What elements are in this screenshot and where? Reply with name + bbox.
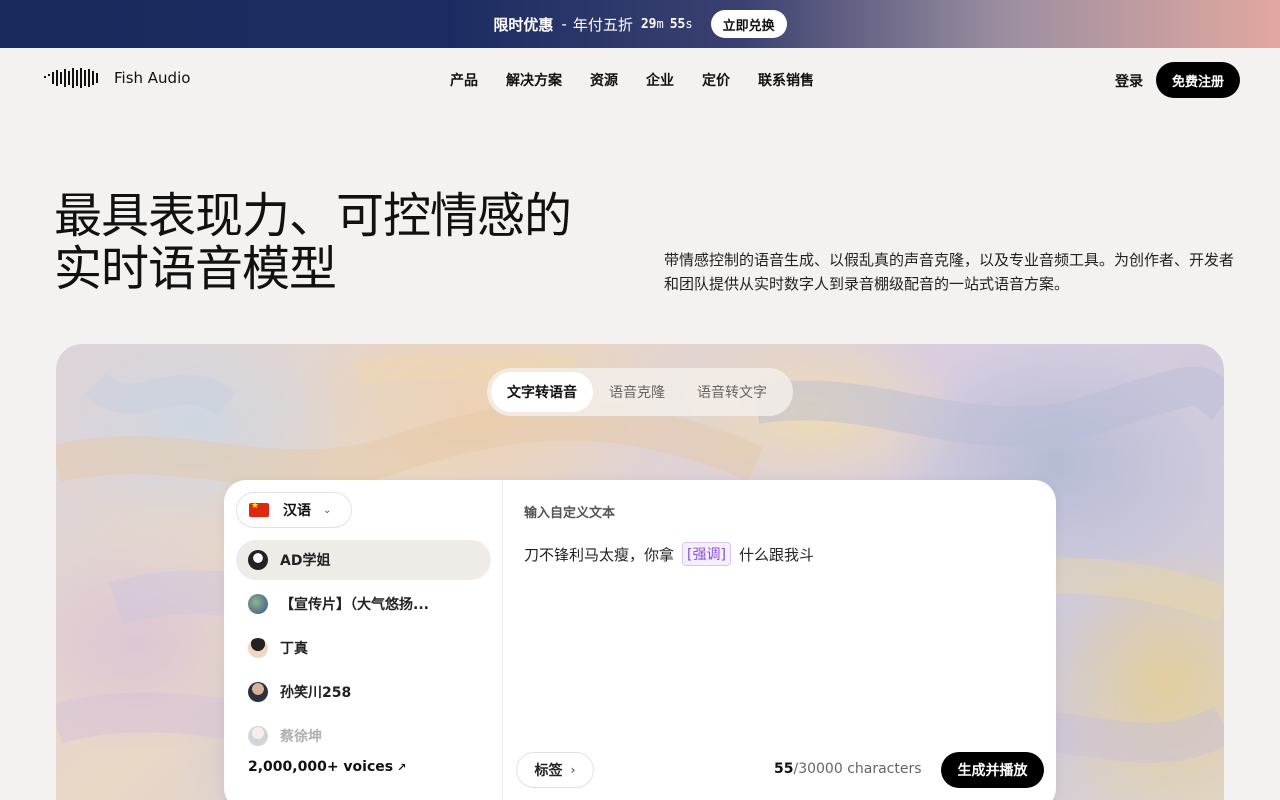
tts-showcase: 文字转语音 语音克隆 语音转文字 汉语 ⌄ AD学姐 【宣传片】（大气悠扬... (56, 344, 1224, 800)
voice-item[interactable]: 蔡徐坤 (236, 716, 491, 756)
menu-item-resources[interactable]: 资源 (590, 70, 618, 90)
text-segment: 刀不锋利马太瘦，你拿 (524, 545, 675, 564)
chevron-right-icon: › (570, 763, 576, 777)
promo-banner: 限时优惠 - 年付五折 29m 55s 立即兑换 (0, 0, 1280, 48)
logo[interactable]: Fish Audio (44, 67, 190, 89)
voice-item[interactable]: 孙笑川258 (236, 672, 491, 712)
voice-name: 孙笑川258 (280, 685, 352, 701)
voice-name: AD学姐 (280, 553, 331, 569)
text-panel: 输入自定义文本 刀不锋利马太瘦，你拿 [强调] 什么跟我斗 标签 › 55/30… (504, 480, 1056, 800)
avatar (248, 550, 268, 570)
tags-button-label: 标签 (534, 763, 563, 779)
promo-countdown: 29m 55s (641, 17, 699, 32)
tab-text-to-speech[interactable]: 文字转语音 (491, 372, 593, 412)
text-segment: 什么跟我斗 (738, 545, 814, 564)
tts-card: 汉语 ⌄ AD学姐 【宣传片】（大气悠扬... 丁真 孙笑川 (224, 480, 1056, 800)
emphasis-tag[interactable]: [强调] (682, 542, 731, 566)
hero-title-line2: 实时语音模型 (54, 241, 337, 297)
promo-separator: - (561, 15, 567, 33)
generate-play-button[interactable]: 生成并播放 (941, 752, 1044, 788)
voice-name: 蔡徐坤 (280, 729, 322, 745)
tab-speech-to-text[interactable]: 语音转文字 (681, 372, 783, 412)
character-limit: /30000 characters (793, 761, 922, 777)
china-flag-icon (249, 501, 269, 517)
menu-item-enterprise[interactable]: 企业 (646, 70, 674, 90)
signup-button[interactable]: 免费注册 (1156, 62, 1240, 98)
countdown-seconds-unit: s (685, 16, 693, 31)
countdown-minutes: 29 (640, 16, 657, 32)
arrow-up-right-icon: ↗ (397, 761, 407, 774)
header-nav: Fish Audio 产品 解决方案 资源 企业 定价 联系销售 登录 免费注册 (0, 48, 1280, 112)
menu-item-pricing[interactable]: 定价 (702, 70, 730, 90)
menu-item-solutions[interactable]: 解决方案 (506, 70, 562, 90)
tab-voice-clone[interactable]: 语音克隆 (593, 372, 681, 412)
character-count: 55 (774, 761, 794, 777)
hero-title: 最具表现力、可控情感的 实时语音模型 (54, 190, 654, 296)
voice-panel: 汉语 ⌄ AD学姐 【宣传片】（大气悠扬... 丁真 孙笑川 (224, 480, 503, 800)
voice-item[interactable]: 丁真 (236, 628, 491, 668)
all-voices-link[interactable]: 2,000,000+ voices ↗ (248, 759, 406, 775)
chevron-down-icon: ⌄ (323, 504, 332, 516)
mode-tabs: 文字转语音 语音克隆 语音转文字 (487, 368, 793, 416)
voice-item[interactable]: 【宣传片】（大气悠扬... (236, 584, 491, 624)
text-input[interactable]: 刀不锋利马太瘦，你拿 [强调] 什么跟我斗 (524, 542, 814, 566)
promo-title: 限时优惠 (493, 15, 554, 34)
input-label: 输入自定义文本 (524, 506, 616, 521)
voice-item[interactable]: AD学姐 (236, 540, 491, 580)
voice-list: AD学姐 【宣传片】（大气悠扬... 丁真 孙笑川258 蔡徐坤 (236, 540, 491, 760)
avatar (248, 638, 268, 658)
countdown-minutes-unit: m (656, 16, 664, 31)
voice-name: 丁真 (280, 641, 308, 657)
voices-count: 2,000,000+ voices (248, 759, 394, 775)
main-menu: 产品 解决方案 资源 企业 定价 联系销售 (450, 70, 814, 90)
hero-title-line1: 最具表现力、可控情感的 (54, 188, 572, 244)
voice-name: 【宣传片】（大气悠扬... (280, 597, 429, 613)
language-select[interactable]: 汉语 ⌄ (236, 492, 352, 528)
brand-name: Fish Audio (114, 69, 191, 87)
avatar (248, 594, 268, 614)
redeem-button[interactable]: 立即兑换 (710, 10, 787, 38)
login-link[interactable]: 登录 (1115, 71, 1143, 91)
countdown-seconds: 55 (669, 16, 686, 32)
promo-offer: 年付五折 (572, 15, 633, 34)
tags-button[interactable]: 标签 › (516, 752, 594, 788)
hero-subtitle: 带情感控制的语音生成、以假乱真的声音克隆，以及专业音频工具。为创作者、开发者和团… (664, 251, 1235, 293)
language-label: 汉语 (283, 503, 311, 519)
avatar (248, 726, 268, 746)
fish-audio-logo-icon (44, 68, 98, 88)
character-counter: 55/30000 characters (774, 761, 922, 777)
menu-item-products[interactable]: 产品 (450, 70, 478, 90)
menu-item-contact-sales[interactable]: 联系销售 (758, 70, 814, 90)
avatar (248, 682, 268, 702)
